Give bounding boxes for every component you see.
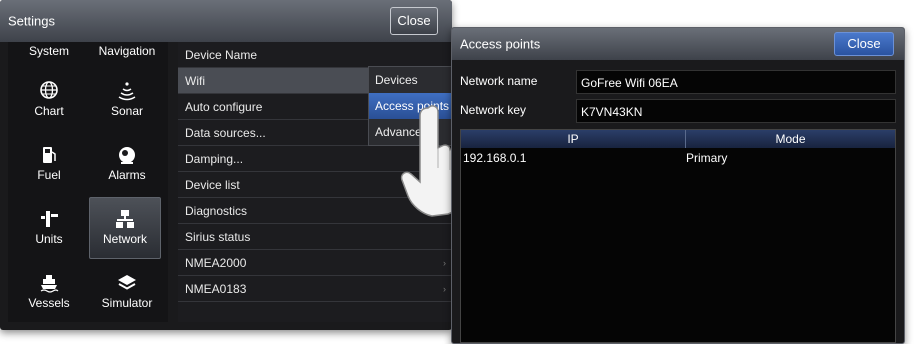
category-simulator[interactable]: Simulator: [90, 272, 164, 310]
category-fuel[interactable]: Fuel: [12, 144, 86, 182]
category-navigation[interactable]: Navigation: [90, 44, 164, 68]
category-label: Network: [102, 232, 147, 246]
category-units[interactable]: Units: [12, 208, 86, 246]
network-name-field[interactable]: GoFree Wifi 06EA: [576, 70, 896, 94]
settings-window: Settings Close System Navigation Chart S…: [0, 0, 452, 330]
globe-icon: [12, 80, 86, 102]
layers-icon: [90, 272, 164, 294]
submenu-item-devices[interactable]: Devices: [369, 67, 451, 93]
category-chart[interactable]: Chart: [12, 80, 86, 118]
category-label: Vessels: [28, 296, 70, 310]
category-label: Units: [35, 232, 63, 246]
network-name-row: Network name GoFree Wifi 06EA: [460, 70, 896, 94]
table-row[interactable]: 192.168.0.1 Primary: [461, 148, 895, 168]
category-label: Fuel: [37, 168, 61, 182]
category-vessels[interactable]: Vessels: [12, 272, 86, 310]
table-header: IP Mode: [461, 130, 895, 148]
chevron-right-icon: ›: [443, 258, 446, 268]
alarm-bell-icon: [90, 144, 164, 166]
network-key-row: Network key K7VN43KN: [460, 99, 896, 123]
access-points-titlebar: Access points Close: [452, 28, 904, 60]
network-key-label: Network key: [460, 103, 527, 117]
settings-close-button[interactable]: Close: [390, 7, 438, 35]
chevron-right-icon: ›: [443, 284, 446, 294]
menu-item-device-name[interactable]: Device Name: [178, 42, 452, 68]
column-header-ip[interactable]: IP: [461, 130, 686, 148]
sonar-icon: [90, 80, 164, 102]
category-label: Alarms: [108, 168, 146, 182]
fuel-pump-icon: [12, 144, 86, 166]
table-cell-mode: Primary: [686, 151, 728, 165]
network-key-field[interactable]: K7VN43KN: [576, 99, 896, 123]
category-label: Navigation: [98, 44, 156, 58]
category-label: Sonar: [110, 104, 144, 118]
category-system[interactable]: System: [12, 44, 86, 68]
column-header-mode[interactable]: Mode: [686, 130, 895, 148]
network-name-label: Network name: [460, 74, 538, 88]
category-label: Simulator: [101, 296, 153, 310]
settings-category-sidebar: System Navigation Chart Sonar Fuel Alarm…: [8, 42, 168, 322]
category-label: System: [28, 44, 69, 58]
access-points-close-button[interactable]: Close: [834, 32, 894, 56]
access-points-title: Access points: [460, 36, 541, 52]
units-icon: [12, 208, 86, 230]
network-icon: [90, 208, 160, 230]
category-sonar[interactable]: Sonar: [90, 80, 164, 118]
table-cell-ip: 192.168.0.1: [463, 151, 527, 165]
menu-item-sirius-status[interactable]: Sirius status: [178, 224, 452, 250]
category-network[interactable]: Network: [89, 197, 161, 259]
settings-titlebar: Settings Close: [0, 0, 452, 42]
access-points-table: IP Mode 192.168.0.1 Primary: [460, 129, 896, 343]
category-alarms[interactable]: Alarms: [90, 144, 164, 182]
category-label: Chart: [34, 104, 64, 118]
access-points-window: Access points Close Network name GoFree …: [451, 27, 905, 344]
vessel-icon: [12, 272, 86, 294]
settings-title: Settings: [8, 13, 55, 29]
menu-item-nmea2000[interactable]: NMEA2000 ›: [178, 250, 452, 276]
menu-item-nmea0183[interactable]: NMEA0183 ›: [178, 276, 452, 302]
